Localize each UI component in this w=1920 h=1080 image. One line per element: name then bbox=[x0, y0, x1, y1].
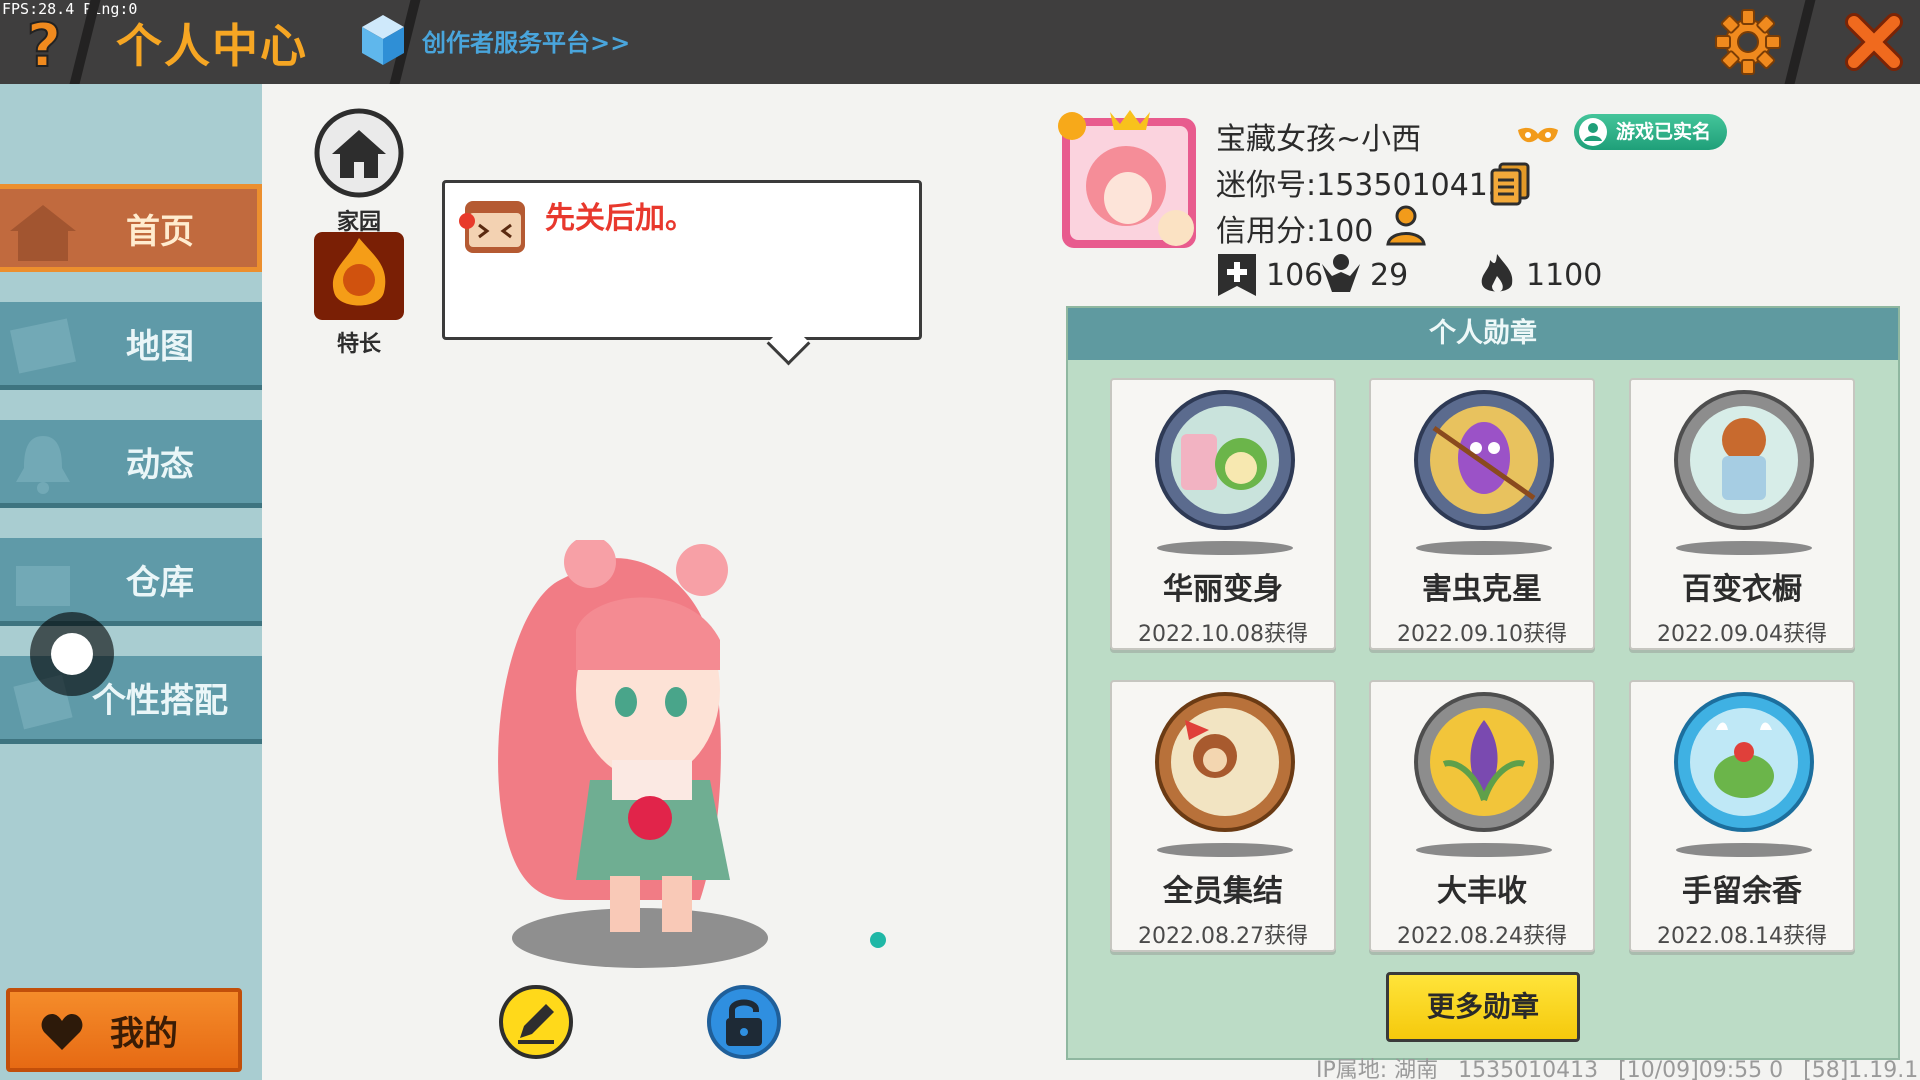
talent-label: 特长 bbox=[336, 332, 381, 357]
verified-user-icon bbox=[1579, 118, 1607, 146]
lock-icon[interactable] bbox=[706, 984, 782, 1060]
sidebar-item-label: 地图 bbox=[126, 327, 194, 367]
medal-name: 手留余香 bbox=[1682, 874, 1802, 909]
medal-date: 2022.08.24获得 bbox=[1397, 924, 1567, 949]
creator-platform-link[interactable]: 创作者服务平台>> bbox=[360, 10, 630, 70]
medal-panel: 个人勋章 华丽变身 2022.10.08获得 害虫克星 2022.09.10获得 bbox=[1066, 306, 1900, 1060]
fragrance-medal-icon bbox=[1674, 692, 1814, 857]
footer-info: IP属地: 湖南 1535010413 [10/09]09:55 0 [58]1.19… bbox=[1316, 1052, 1920, 1080]
player-avatar-3d[interactable] bbox=[440, 540, 800, 980]
mask-icon[interactable] bbox=[1516, 124, 1560, 148]
profile-header: 宝藏女孩~小西 游戏已实名 迷你号:1535010413 信用分:100 106 bbox=[1050, 102, 1910, 302]
footer-version: [58]1.19.1 bbox=[1803, 1058, 1919, 1080]
angry-face-icon bbox=[459, 201, 525, 253]
footer-time: [10/09]09:55 0 bbox=[1618, 1058, 1784, 1080]
mine-button[interactable]: 我的 bbox=[6, 988, 242, 1072]
heart-icon bbox=[41, 1014, 83, 1050]
signature-bubble[interactable]: 先关后加。 bbox=[442, 180, 922, 340]
assemble-medal-icon bbox=[1155, 692, 1295, 857]
sidebar-item-feed[interactable]: 动态 bbox=[0, 420, 262, 508]
dinosaur-costume-medal-icon bbox=[1155, 390, 1295, 555]
medal-card[interactable]: 百变衣橱 2022.09.04获得 bbox=[1629, 378, 1855, 650]
divider bbox=[1784, 0, 1816, 84]
credit-score: 信用分:100 bbox=[1216, 214, 1374, 249]
fans-icon bbox=[1322, 254, 1360, 292]
more-medals-button[interactable]: 更多勋章 bbox=[1386, 972, 1580, 1042]
talent-button[interactable]: 特长 bbox=[314, 232, 404, 358]
fans-stat[interactable]: 29 bbox=[1320, 250, 1408, 300]
medal-date: 2022.09.10获得 bbox=[1397, 622, 1567, 647]
medal-date: 2022.08.14获得 bbox=[1657, 924, 1827, 949]
sidebar-item-map[interactable]: 地图 bbox=[0, 302, 262, 390]
medal-name: 全员集结 bbox=[1163, 874, 1283, 909]
gear-icon[interactable] bbox=[1714, 8, 1782, 76]
sidebar-item-storage[interactable]: 仓库 bbox=[0, 538, 262, 626]
verified-badge: 游戏已实名 bbox=[1574, 114, 1728, 150]
page-title: 个人中心 bbox=[116, 19, 308, 73]
bookmark-plus-icon bbox=[1218, 254, 1256, 296]
fans-count: 29 bbox=[1370, 257, 1409, 293]
svg-text:?: ? bbox=[27, 12, 62, 74]
close-icon[interactable] bbox=[1840, 8, 1908, 76]
medal-card[interactable]: 手留余香 2022.08.14获得 bbox=[1629, 680, 1855, 952]
medal-date: 2022.10.08获得 bbox=[1138, 622, 1308, 647]
signature-text: 先关后加。 bbox=[545, 201, 695, 236]
floating-toggle[interactable] bbox=[30, 612, 114, 696]
top-bar: FPS:28.4 Ping:0 ? 个人中心 创作者服务平台>> bbox=[0, 0, 1920, 84]
sidebar: 首页 地图 动态 仓库 个性搭配 bbox=[0, 84, 262, 1080]
likes-stat[interactable]: 106 bbox=[1216, 250, 1323, 300]
ip-location: IP属地: 湖南 bbox=[1316, 1058, 1439, 1080]
mine-label: 我的 bbox=[110, 1013, 178, 1054]
medal-name: 害虫克星 bbox=[1422, 572, 1542, 607]
edit-pencil-icon[interactable] bbox=[498, 984, 574, 1060]
sidebar-item-home[interactable]: 首页 bbox=[0, 184, 262, 272]
house-icon bbox=[10, 205, 76, 261]
medal-card[interactable]: 全员集结 2022.08.27获得 bbox=[1110, 680, 1336, 952]
sidebar-item-label: 动态 bbox=[126, 445, 194, 485]
medal-name: 百变衣橱 bbox=[1682, 572, 1802, 607]
add-friend-icon[interactable] bbox=[1384, 204, 1430, 250]
homeland-button[interactable]: 家园 bbox=[314, 108, 404, 236]
likes-count: 106 bbox=[1266, 257, 1324, 293]
medal-date: 2022.09.04获得 bbox=[1657, 622, 1827, 647]
avatar[interactable] bbox=[1054, 106, 1204, 254]
flame-character-icon bbox=[314, 232, 404, 320]
medal-name: 华丽变身 bbox=[1163, 572, 1283, 607]
creator-platform-label: 创作者服务平台>> bbox=[422, 28, 631, 57]
flame-icon bbox=[1481, 254, 1513, 293]
cube-logo-icon bbox=[362, 15, 404, 65]
help-icon[interactable]: ? bbox=[14, 12, 74, 74]
verified-label: 游戏已实名 bbox=[1616, 121, 1712, 143]
home-icon bbox=[314, 108, 404, 198]
medal-date: 2022.08.27获得 bbox=[1138, 924, 1308, 949]
sidebar-item-label: 首页 bbox=[126, 211, 194, 252]
wardrobe-medal-icon bbox=[1674, 390, 1814, 555]
harvest-medal-icon bbox=[1414, 692, 1554, 857]
heat-count: 1100 bbox=[1526, 257, 1603, 293]
medal-card[interactable]: 大丰收 2022.08.24获得 bbox=[1369, 680, 1595, 952]
map-icon bbox=[10, 318, 76, 374]
medal-panel-title: 个人勋章 bbox=[1068, 308, 1898, 360]
nickname: 宝藏女孩~小西 bbox=[1216, 122, 1422, 157]
pest-buster-medal-icon bbox=[1414, 390, 1554, 555]
heat-stat[interactable]: 1100 bbox=[1476, 250, 1602, 300]
medal-card[interactable]: 害虫克星 2022.09.10获得 bbox=[1369, 378, 1595, 650]
bell-icon bbox=[16, 436, 70, 494]
status-dot bbox=[870, 932, 886, 948]
medal-card[interactable]: 华丽变身 2022.10.08获得 bbox=[1110, 378, 1336, 650]
copy-icon[interactable] bbox=[1490, 162, 1530, 206]
mini-id: 迷你号:1535010413 bbox=[1216, 168, 1507, 203]
footer-uid: 1535010413 bbox=[1458, 1058, 1599, 1080]
medal-name: 大丰收 bbox=[1437, 874, 1527, 909]
sidebar-item-label: 仓库 bbox=[126, 563, 194, 603]
box-icon bbox=[16, 566, 70, 606]
